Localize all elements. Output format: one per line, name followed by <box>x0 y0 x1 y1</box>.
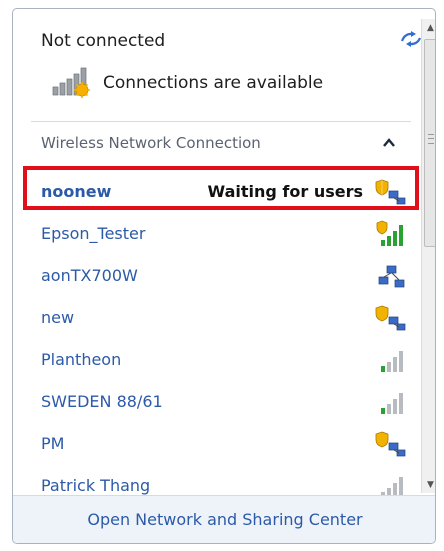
ad-hoc-shield-icon <box>375 305 406 331</box>
ad-hoc-icon <box>378 265 405 288</box>
network-name: Epson_Tester <box>41 224 146 243</box>
network-name: new <box>41 308 75 327</box>
signal-shield-icon <box>376 220 403 246</box>
section-title: Wireless Network Connection <box>41 134 261 152</box>
signal-weak-icon <box>381 393 403 414</box>
list-item[interactable]: PM <box>31 423 421 465</box>
scroll-up-arrow-icon[interactable]: ▲ <box>422 19 435 36</box>
open-network-sharing-center-link[interactable]: Open Network and Sharing Center <box>13 510 435 529</box>
scroll-down-arrow-icon[interactable]: ▼ <box>422 476 435 493</box>
chevron-up-icon[interactable] <box>382 136 396 150</box>
network-list: noonew Waiting for users Epson_Tester ao… <box>31 171 421 507</box>
network-name: aonTX700W <box>41 266 138 285</box>
list-item[interactable]: SWEDEN 88/61 <box>31 381 421 423</box>
refresh-icon[interactable] <box>399 29 423 49</box>
signal-weak-icon <box>381 351 403 372</box>
network-flyout: Not connected Connections are available … <box>12 8 436 544</box>
list-item[interactable]: Plantheon <box>31 339 421 381</box>
selection-highlight <box>23 166 419 210</box>
network-name: PM <box>41 434 65 453</box>
connection-status-title: Not connected <box>41 31 166 51</box>
footer: Open Network and Sharing Center <box>13 495 435 543</box>
scroll-thumb[interactable] <box>424 39 435 247</box>
list-item[interactable]: Epson_Tester <box>31 213 421 255</box>
list-item[interactable]: aonTX700W <box>31 255 421 297</box>
scrollbar[interactable]: ▲ ▼ <box>421 19 435 493</box>
connections-available-text: Connections are available <box>103 73 324 93</box>
list-item[interactable]: new <box>31 297 421 339</box>
thumb-grip-icon <box>428 134 434 144</box>
divider <box>31 121 411 122</box>
network-name: Patrick Thang <box>41 476 151 495</box>
network-name: Plantheon <box>41 350 122 369</box>
connections-available-icon <box>52 67 90 98</box>
network-name: SWEDEN 88/61 <box>41 392 163 411</box>
ad-hoc-shield-icon <box>375 431 406 457</box>
